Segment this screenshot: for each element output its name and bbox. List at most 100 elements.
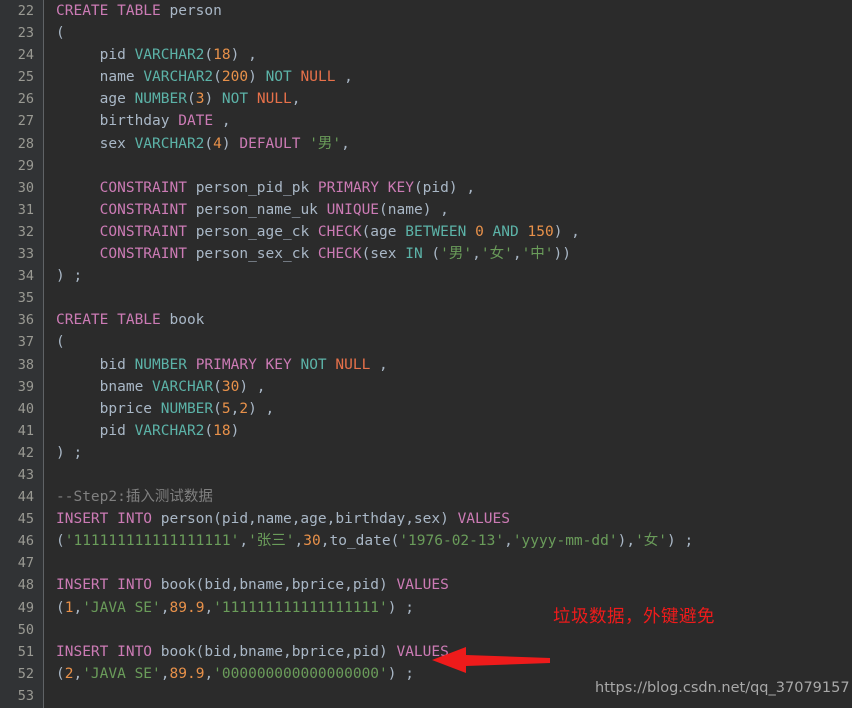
code-line[interactable]: 47 bbox=[0, 552, 852, 574]
code-token-plain: ) , bbox=[553, 223, 580, 240]
code-token-plain: )) bbox=[553, 246, 572, 263]
code-line[interactable]: 39 bname VARCHAR(30) , bbox=[0, 376, 852, 398]
code-token-plain: name bbox=[56, 69, 144, 86]
code-token-str: '111111111111111111' bbox=[213, 599, 388, 616]
line-number: 45 bbox=[17, 511, 34, 528]
code-line[interactable]: 37 ( bbox=[0, 331, 852, 353]
code-token-type: NOT bbox=[300, 356, 327, 373]
line-number: 29 bbox=[17, 157, 34, 174]
line-number: 50 bbox=[17, 621, 34, 638]
code-line[interactable]: 25 name VARCHAR2(200) NOT NULL , bbox=[0, 66, 852, 88]
code-token-num: 5 bbox=[221, 400, 231, 417]
code-line[interactable]: 23 ( bbox=[0, 22, 852, 44]
code-token-num: 89.9 bbox=[169, 599, 205, 616]
code-token-kw: INSERT INTO bbox=[56, 577, 153, 594]
line-number: 32 bbox=[17, 223, 34, 240]
code-line[interactable]: 44 --Step2:插入测试数据 bbox=[0, 486, 852, 508]
code-token-str: 'yyyy-mm-dd' bbox=[512, 533, 618, 550]
code-token-plain: , bbox=[73, 665, 83, 682]
code-token-plain: ) , bbox=[248, 400, 275, 417]
code-token-kw: VALUES bbox=[396, 577, 449, 594]
code-token-str: 'JAVA SE' bbox=[82, 665, 161, 682]
code-token-plain: (sex bbox=[361, 246, 406, 263]
code-line[interactable]: 22 CREATE TABLE person bbox=[0, 0, 852, 22]
code-token-plain: bprice bbox=[56, 400, 161, 417]
code-line[interactable]: 29 bbox=[0, 155, 852, 177]
code-line-text: ) ; bbox=[56, 442, 82, 464]
code-line[interactable]: 42 ) ; bbox=[0, 442, 852, 464]
code-line-text: (1,'JAVA SE',89.9,'111111111111111111') … bbox=[56, 597, 414, 619]
code-token-num: 2 bbox=[239, 400, 249, 417]
code-line[interactable]: 24 pid VARCHAR2(18) , bbox=[0, 44, 852, 66]
code-line[interactable]: 34) ; bbox=[0, 265, 852, 287]
code-token-kw: PRIMARY KEY bbox=[195, 356, 292, 373]
code-token-paren: ( bbox=[56, 334, 65, 351]
code-token-str: 'JAVA SE' bbox=[82, 599, 161, 616]
code-token-type: NUMBER bbox=[134, 91, 187, 108]
line-number: 38 bbox=[17, 356, 34, 373]
code-token-kw: CHECK bbox=[317, 246, 362, 263]
code-token-str: '中' bbox=[521, 246, 554, 263]
code-line[interactable]: 32 CONSTRAINT person_age_ck CHECK(age BE… bbox=[0, 221, 852, 243]
code-token-plain: (name) , bbox=[379, 201, 449, 218]
code-editor[interactable]: 22 CREATE TABLE person 23(24 pid VARCHAR2(… bbox=[0, 0, 852, 708]
code-token-kw: DEFAULT bbox=[239, 135, 301, 152]
line-number: 23 bbox=[17, 25, 34, 42]
code-line[interactable]: 26 age NUMBER(3) NOT NULL, bbox=[0, 88, 852, 110]
code-token-plain: , bbox=[204, 665, 214, 682]
code-token-kw: CHECK bbox=[317, 223, 362, 240]
code-line[interactable]: 38 bid NUMBER PRIMARY KEY NOT NULL , bbox=[0, 354, 852, 376]
code-token-plain: ) bbox=[230, 422, 240, 439]
line-number: 27 bbox=[17, 113, 34, 130]
code-line[interactable]: 28 sex VARCHAR2(4) DEFAULT '男', bbox=[0, 133, 852, 155]
code-line[interactable]: 51 INSERT INTO book(bid,bname,bprice,pid)… bbox=[0, 641, 852, 663]
code-line-text: CONSTRAINT person_name_uk UNIQUE(name) , bbox=[56, 199, 449, 221]
code-line-text: ('111111111111111111','张三',30,to_date('1… bbox=[56, 530, 693, 552]
code-line[interactable]: 30 CONSTRAINT person_pid_pk PRIMARY KEY(… bbox=[0, 177, 852, 199]
code-token-str: '男' bbox=[309, 135, 342, 152]
code-token-type: VARCHAR bbox=[152, 378, 214, 395]
code-line[interactable]: 45 INSERT INTO person(pid,name,age,birthd… bbox=[0, 508, 852, 530]
code-token-kw: INSERT INTO bbox=[56, 511, 153, 528]
code-token-plain: , bbox=[472, 246, 481, 263]
code-line[interactable]: 41 pid VARCHAR2(18) bbox=[0, 420, 852, 442]
code-token-num: 18 bbox=[213, 422, 231, 439]
code-token-cmt: --Step2:插入测试数据 bbox=[56, 489, 213, 506]
code-content-area[interactable]: 22 CREATE TABLE person 23(24 pid VARCHAR2(… bbox=[0, 0, 852, 708]
code-line[interactable]: 31 CONSTRAINT person_name_uk UNIQUE(name… bbox=[0, 199, 852, 221]
code-line[interactable]: 49 (1,'JAVA SE',89.9,'111111111111111111'… bbox=[0, 597, 852, 619]
code-token-plain: (pid) , bbox=[413, 179, 476, 196]
code-token-str: '111111111111111111' bbox=[64, 533, 240, 550]
code-token-plain: ( bbox=[204, 422, 214, 439]
code-token-num: 89.9 bbox=[169, 665, 205, 682]
code-token-plain: ) ; bbox=[387, 665, 414, 682]
code-token-plain: ) bbox=[221, 135, 240, 152]
code-line[interactable]: 50 bbox=[0, 619, 852, 641]
code-line-text: pid VARCHAR2(18) bbox=[56, 420, 240, 442]
code-line[interactable]: 43 bbox=[0, 464, 852, 486]
code-line[interactable]: 48 INSERT INTO book(bid,bname,bprice,pid)… bbox=[0, 574, 852, 596]
code-line[interactable]: 46 ('111111111111111111','张三',30,to_date(… bbox=[0, 530, 852, 552]
code-token-plain: pid bbox=[56, 422, 135, 439]
line-number: 30 bbox=[17, 179, 34, 196]
code-line[interactable]: 40 bprice NUMBER(5,2) , bbox=[0, 398, 852, 420]
line-number: 42 bbox=[17, 444, 34, 461]
code-token-str: '张三' bbox=[248, 533, 295, 550]
code-line[interactable]: 27 birthday DATE , bbox=[0, 110, 852, 132]
code-token-plain: (age bbox=[361, 223, 406, 240]
code-token-str: '男' bbox=[440, 246, 473, 263]
code-token-plain: , bbox=[341, 135, 350, 152]
code-token-kw: CONSTRAINT bbox=[99, 246, 187, 263]
code-token-plain: book(bid,bname,bprice,pid) bbox=[152, 577, 397, 594]
code-token-plain: ,to_date( bbox=[320, 533, 400, 550]
code-token-num: 0 bbox=[475, 223, 484, 240]
line-number: 28 bbox=[17, 135, 34, 152]
code-line[interactable]: 33 CONSTRAINT person_sex_ck CHECK(sex IN… bbox=[0, 243, 852, 265]
code-line[interactable]: 36 CREATE TABLE book bbox=[0, 309, 852, 331]
code-line[interactable]: 35 bbox=[0, 287, 852, 309]
